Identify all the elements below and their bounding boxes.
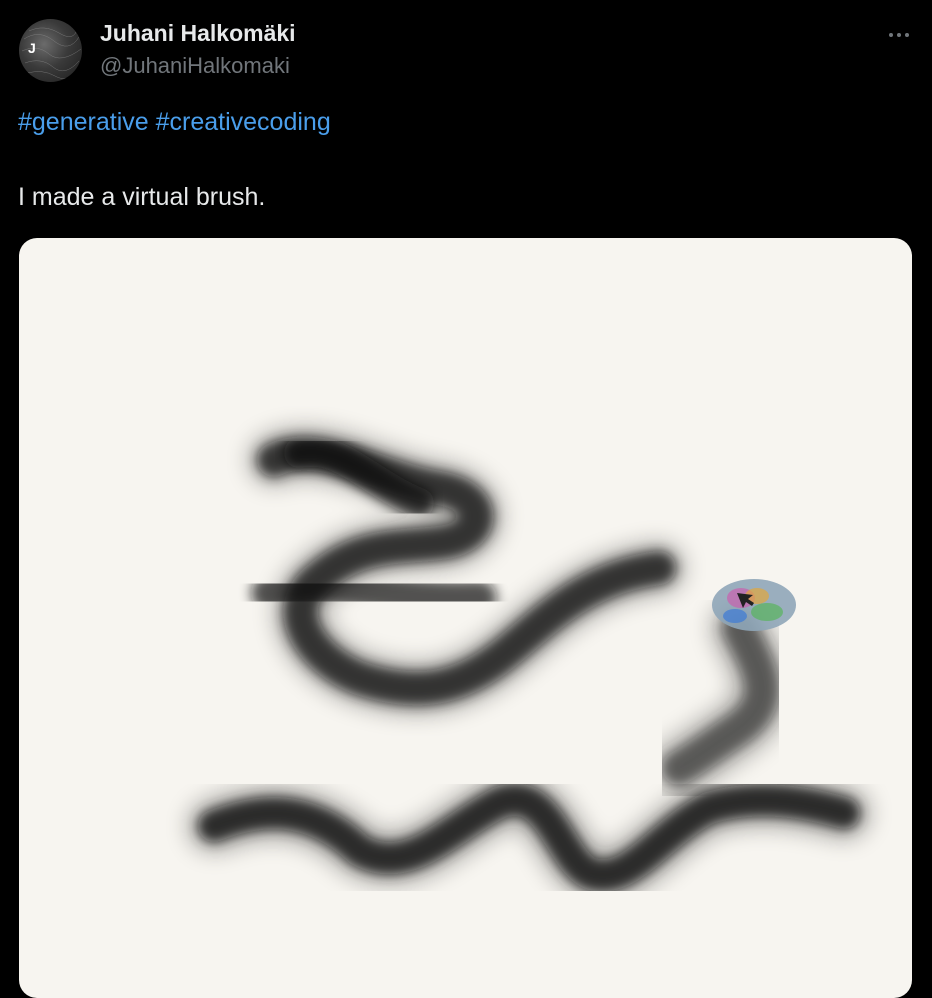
hashtag-link[interactable]: #creativecoding [156,108,331,136]
tweet-text: I made a virtual brush. [18,183,266,211]
brush-cursor-icon [712,579,796,631]
hashtag-line: #generative #creativecoding [18,108,331,137]
brush-stroke-wave [189,774,869,901]
brush-artwork [189,429,869,901]
tweet-media[interactable] [19,238,912,998]
hashtag-link[interactable]: #generative [18,108,149,136]
more-dot [897,33,901,37]
display-name[interactable]: Juhani Halkomäki [100,20,296,47]
more-options-icon[interactable] [880,20,918,50]
brush-stroke-right [653,602,789,794]
avatar-letter: J [28,40,36,56]
avatar[interactable]: J [19,19,82,82]
brush-stroke-upper [250,429,683,713]
more-dot [889,33,893,37]
more-dot [905,33,909,37]
user-handle[interactable]: @JuhaniHalkomaki [100,53,290,79]
